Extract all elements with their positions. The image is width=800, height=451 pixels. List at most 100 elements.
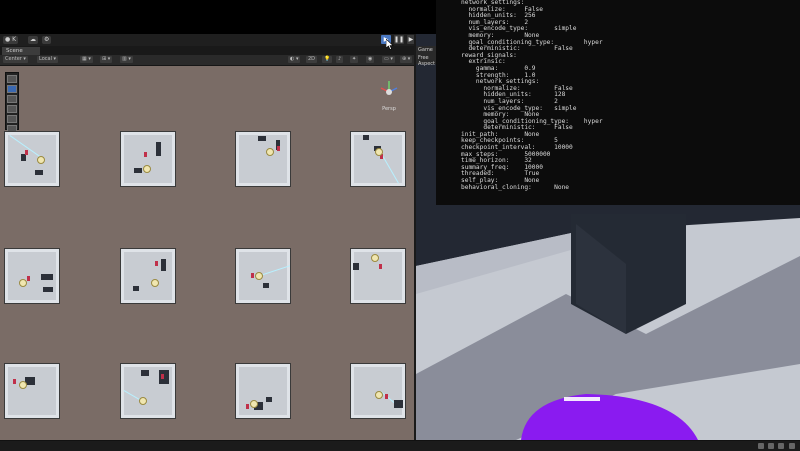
account-button[interactable]: ● K: [3, 36, 19, 44]
training-config-terminal: network_settings: normalize: False hidde…: [436, 0, 800, 205]
camera-settings-button[interactable]: ▭ ▾: [382, 56, 395, 63]
arena-wall: [258, 136, 266, 141]
tab-scene[interactable]: Scene: [2, 47, 40, 55]
audio-toggle[interactable]: ♪: [336, 56, 344, 63]
game-tab-bar: Game Free Aspect: [416, 46, 436, 67]
account-icon: ●: [5, 36, 11, 43]
arena-wall: [353, 263, 359, 270]
training-arena[interactable]: [350, 131, 406, 187]
account-label: K: [12, 36, 17, 43]
status-bar: [0, 440, 800, 451]
lighting-toggle[interactable]: 💡: [322, 56, 333, 63]
agent-sphere: [250, 400, 258, 408]
arena-wall: [43, 287, 53, 292]
scale-tool-icon[interactable]: [7, 105, 17, 113]
snap-increment-button[interactable]: ⊞ ▾: [100, 56, 113, 63]
goal-marker: [161, 374, 164, 379]
cache-icon[interactable]: [778, 443, 784, 449]
rotate-tool-icon[interactable]: [7, 95, 17, 103]
2d-toggle[interactable]: 2D: [306, 56, 318, 63]
agent-sphere: [143, 165, 151, 173]
goal-marker: [379, 264, 382, 269]
gizmos-button[interactable]: ⊕ ▾: [400, 56, 413, 63]
scene-toolbar: Center ▾ Local ▾ ▦ ▾ ⊞ ▾ ▥ ▾ ◐ ▾ 2D 💡 ♪ …: [0, 55, 414, 66]
training-arena[interactable]: [235, 248, 291, 304]
arena-wall: [394, 400, 403, 408]
goal-marker: [144, 152, 147, 157]
rect-tool-icon[interactable]: [7, 115, 17, 123]
training-arena[interactable]: [120, 131, 176, 187]
settings-icon[interactable]: [789, 443, 795, 449]
arena-floor: [124, 135, 172, 183]
goal-marker: [25, 150, 28, 155]
training-arena[interactable]: [4, 363, 60, 419]
cloud-icon[interactable]: ☁: [28, 36, 38, 44]
agent-sphere: [255, 272, 263, 280]
grid-snap-button[interactable]: ▦ ▾: [80, 56, 93, 63]
agent-sphere: [266, 148, 274, 156]
agent-sphere: [371, 254, 379, 262]
pause-button[interactable]: ❚❚: [394, 35, 404, 44]
training-arena[interactable]: [235, 131, 291, 187]
arena-wall: [156, 142, 161, 156]
training-arena[interactable]: [235, 363, 291, 419]
arena-wall: [21, 154, 26, 161]
terminal-line: reward_signals:: [461, 51, 517, 59]
goal-marker: [155, 261, 158, 266]
training-arena[interactable]: [120, 363, 176, 419]
hand-tool-icon[interactable]: [7, 75, 17, 83]
arena-floor: [239, 252, 287, 300]
arena-wall: [161, 259, 166, 271]
goal-marker: [246, 404, 249, 409]
training-arena[interactable]: [4, 131, 60, 187]
terminal-line: behavioral_cloning: None: [461, 183, 570, 191]
agent-sphere: [375, 148, 383, 156]
effects-toggle[interactable]: ✦: [350, 56, 359, 63]
training-arena[interactable]: [120, 248, 176, 304]
scene-orientation-gizmo[interactable]: Persp: [376, 78, 402, 114]
transform-tool-palette: [5, 72, 19, 133]
draw-mode-button[interactable]: ◐ ▾: [288, 56, 301, 63]
training-arena[interactable]: [4, 248, 60, 304]
collab-icon[interactable]: ⚙: [42, 36, 52, 44]
persp-label: Persp: [382, 106, 396, 112]
tab-game[interactable]: Game: [418, 47, 433, 53]
arena-floor: [8, 367, 56, 415]
move-tool-icon[interactable]: [7, 85, 17, 93]
agent-sphere: [139, 397, 147, 405]
scene-tab-bar: [0, 46, 414, 55]
grid-visibility-button[interactable]: ▥ ▾: [120, 56, 133, 63]
training-arena[interactable]: [350, 363, 406, 419]
goal-marker: [251, 273, 254, 278]
arena-wall: [133, 286, 139, 291]
top-blank-area: [0, 0, 436, 34]
mouse-cursor-icon: [386, 39, 394, 50]
arena-wall: [263, 283, 269, 288]
agent-sphere: [375, 391, 383, 399]
arena-floor: [8, 135, 56, 183]
arena-wall: [141, 370, 149, 376]
arena-wall: [363, 135, 369, 140]
goal-marker: [385, 394, 388, 399]
progress-icon[interactable]: [758, 443, 764, 449]
bug-icon[interactable]: [768, 443, 774, 449]
goal-marker: [13, 379, 16, 384]
hidden-objects-toggle[interactable]: ◉: [366, 56, 375, 63]
scene-tab-label: Scene: [6, 48, 23, 54]
arena-wall: [41, 274, 53, 280]
agent-sphere: [37, 156, 45, 164]
arena-wall: [266, 397, 272, 402]
goal-marker: [277, 146, 280, 151]
pivot-mode-label: Center: [5, 56, 22, 62]
game-aspect-dropdown[interactable]: Free Aspect: [418, 55, 436, 67]
goal-marker: [27, 276, 30, 281]
training-arena[interactable]: [350, 248, 406, 304]
pivot-mode-dropdown[interactable]: Center ▾: [3, 56, 28, 63]
agent-sphere: [19, 381, 27, 389]
arena-wall: [134, 168, 142, 173]
pause-icon: ❚❚: [394, 36, 405, 43]
pivot-space-label: Local: [39, 56, 52, 62]
agent-sphere: [19, 279, 27, 287]
pivot-space-dropdown[interactable]: Local ▾: [37, 56, 59, 63]
arena-wall: [35, 170, 43, 175]
